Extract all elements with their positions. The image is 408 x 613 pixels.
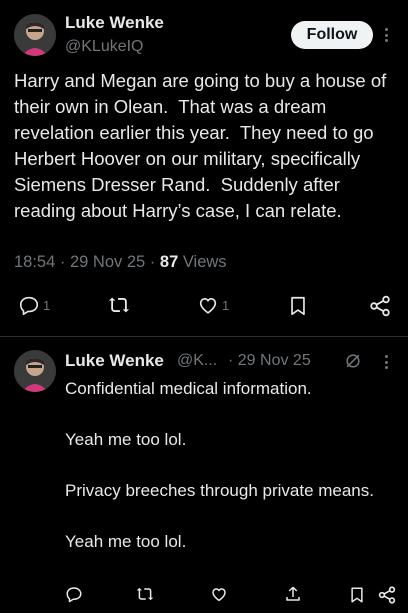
reply-date[interactable]: · 29 Nov 25 bbox=[228, 352, 311, 370]
reply-author-name[interactable]: Luke Wenke bbox=[65, 351, 164, 371]
repost-icon bbox=[136, 587, 154, 601]
repost-button[interactable] bbox=[107, 294, 131, 316]
reply-share-button[interactable] bbox=[377, 585, 397, 605]
repost-icon bbox=[108, 297, 130, 313]
avatar-image bbox=[14, 350, 56, 392]
grok-icon bbox=[346, 354, 360, 368]
comment-icon bbox=[19, 296, 39, 315]
reply-reply-button[interactable] bbox=[65, 585, 83, 603]
reply-button[interactable]: 1 bbox=[18, 294, 50, 316]
upload-icon bbox=[286, 586, 300, 601]
views-count: 87 bbox=[159, 253, 179, 271]
bookmark-icon bbox=[291, 296, 305, 316]
heart-icon bbox=[199, 298, 217, 314]
reply-text: Confidential medical information. Yeah m… bbox=[65, 379, 374, 551]
reply-author-handle[interactable]: @K... bbox=[177, 352, 217, 370]
reply-bookmark-button[interactable] bbox=[348, 585, 366, 605]
reply-upload-button[interactable] bbox=[284, 585, 302, 603]
tweet-date[interactable]: 29 Nov 25 bbox=[70, 253, 145, 271]
more-vertical-icon[interactable] bbox=[381, 25, 391, 45]
follow-button[interactable]: Follow bbox=[291, 21, 373, 49]
author-handle[interactable]: @KLukeIQ bbox=[65, 38, 144, 56]
comment-icon bbox=[66, 587, 82, 603]
reply-count: 1 bbox=[43, 297, 51, 313]
avatar-image bbox=[14, 14, 56, 56]
bookmark-icon bbox=[351, 587, 363, 603]
share-button[interactable] bbox=[368, 294, 392, 318]
divider bbox=[0, 336, 408, 337]
reply-author-avatar[interactable] bbox=[14, 350, 56, 392]
reply-more-vertical-icon[interactable] bbox=[381, 352, 391, 372]
like-button[interactable]: 1 bbox=[197, 294, 229, 316]
tweet-meta: 18:54 · 29 Nov 25 · 87 Views bbox=[14, 253, 227, 272]
author-avatar[interactable] bbox=[14, 14, 56, 56]
author-name[interactable]: Luke Wenke bbox=[65, 13, 164, 33]
tweet-time[interactable]: 18:54 bbox=[14, 253, 55, 271]
like-count: 1 bbox=[222, 297, 230, 313]
share-icon bbox=[378, 586, 396, 604]
grok-button[interactable] bbox=[343, 351, 363, 371]
meta-separator: · bbox=[59, 253, 70, 271]
tweet-text: Harry and Megan are going to buy a house… bbox=[14, 70, 392, 221]
share-icon bbox=[370, 295, 390, 317]
reply-repost-button[interactable] bbox=[135, 585, 155, 603]
reply-like-button[interactable] bbox=[210, 585, 228, 603]
meta-separator: · bbox=[149, 253, 160, 271]
bookmark-button[interactable] bbox=[287, 294, 309, 318]
heart-icon bbox=[212, 588, 226, 602]
views-label: Views bbox=[182, 253, 227, 271]
